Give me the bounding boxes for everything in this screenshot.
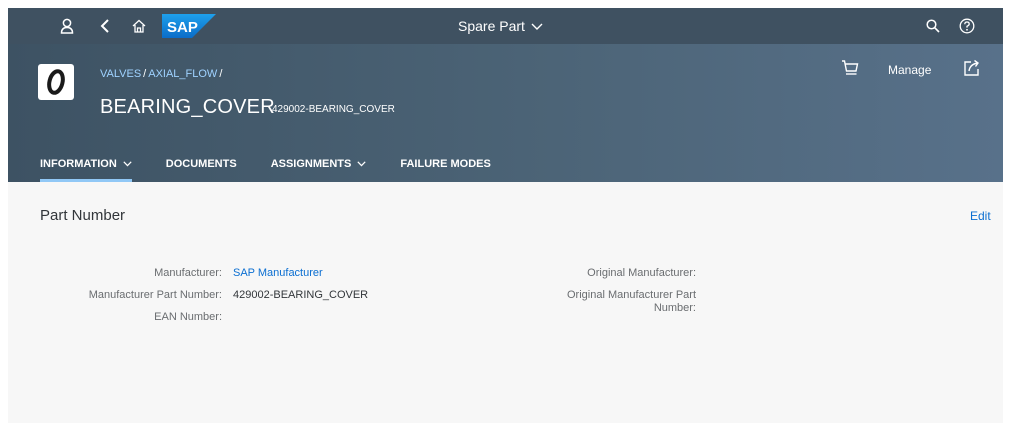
manufacturer-link[interactable]: SAP Manufacturer [233, 267, 323, 279]
share-button[interactable] [962, 58, 986, 82]
user-icon[interactable] [52, 8, 82, 44]
back-icon[interactable] [90, 8, 120, 44]
search-icon[interactable] [918, 8, 948, 44]
object-subtitle: 429002-BEARING_COVER [272, 104, 395, 115]
manage-button[interactable]: Manage [888, 58, 931, 82]
app-title-menu[interactable]: Spare Part [458, 8, 543, 44]
cart-icon [842, 60, 859, 75]
sap-logo-text: SAP [167, 19, 198, 36]
bearing-ring-icon [47, 69, 65, 95]
tab-label: DOCUMENTS [165, 158, 237, 170]
breadcrumb-separator: / [143, 68, 147, 80]
cart-button[interactable] [840, 58, 864, 82]
breadcrumb-link-valves[interactable]: VALVES [100, 68, 141, 80]
tab-information[interactable]: INFORMATION [40, 154, 132, 182]
field-label: EAN Number: [154, 311, 222, 323]
shell-bar: SAP Spare Part [8, 8, 1003, 44]
field-label: Manufacturer: [154, 267, 222, 279]
field-label: Number: [653, 302, 696, 314]
share-icon [964, 59, 979, 76]
field-label: Manufacturer Part Number: [88, 289, 222, 301]
app-window: SAP Spare Part VALVES / AXIAL_FLOW / BEA… [8, 8, 1003, 423]
home-icon[interactable] [124, 8, 154, 44]
tab-label: INFORMATION [40, 158, 117, 170]
tab-label: FAILURE MODES [400, 158, 491, 170]
part-thumbnail [38, 64, 74, 100]
tab-label: ASSIGNMENTS [270, 158, 352, 170]
breadcrumb-link-axial-flow[interactable]: AXIAL_FLOW [148, 68, 217, 80]
tab-failure-modes[interactable]: FAILURE MODES [400, 154, 490, 182]
object-title: BEARING_COVER [100, 96, 275, 118]
app-title: Spare Part [458, 18, 525, 34]
sap-logo[interactable]: SAP [162, 14, 216, 38]
field-label: Original Manufacturer Part [567, 289, 696, 301]
section-title: Part Number [40, 207, 126, 224]
object-header: VALVES / AXIAL_FLOW / BEARING_COVER 429002-… [8, 44, 1003, 182]
field-value: 429002-BEARING_COVER [233, 289, 369, 301]
breadcrumb-separator: / [219, 68, 223, 80]
tab-bar: INFORMATION DOCUMENTS ASSIGNMENTS FAILUR… [40, 154, 525, 182]
chevron-down-icon [531, 18, 543, 34]
chevron-down-icon [357, 158, 367, 170]
edit-button[interactable]: Edit [970, 209, 991, 223]
field-label: Original Manufacturer: [587, 267, 696, 279]
tab-assignments[interactable]: ASSIGNMENTS [271, 154, 367, 182]
tab-documents[interactable]: DOCUMENTS [166, 154, 237, 182]
chevron-down-icon [123, 158, 132, 170]
breadcrumb: VALVES / AXIAL_FLOW / [100, 68, 224, 80]
help-icon[interactable] [952, 8, 982, 44]
